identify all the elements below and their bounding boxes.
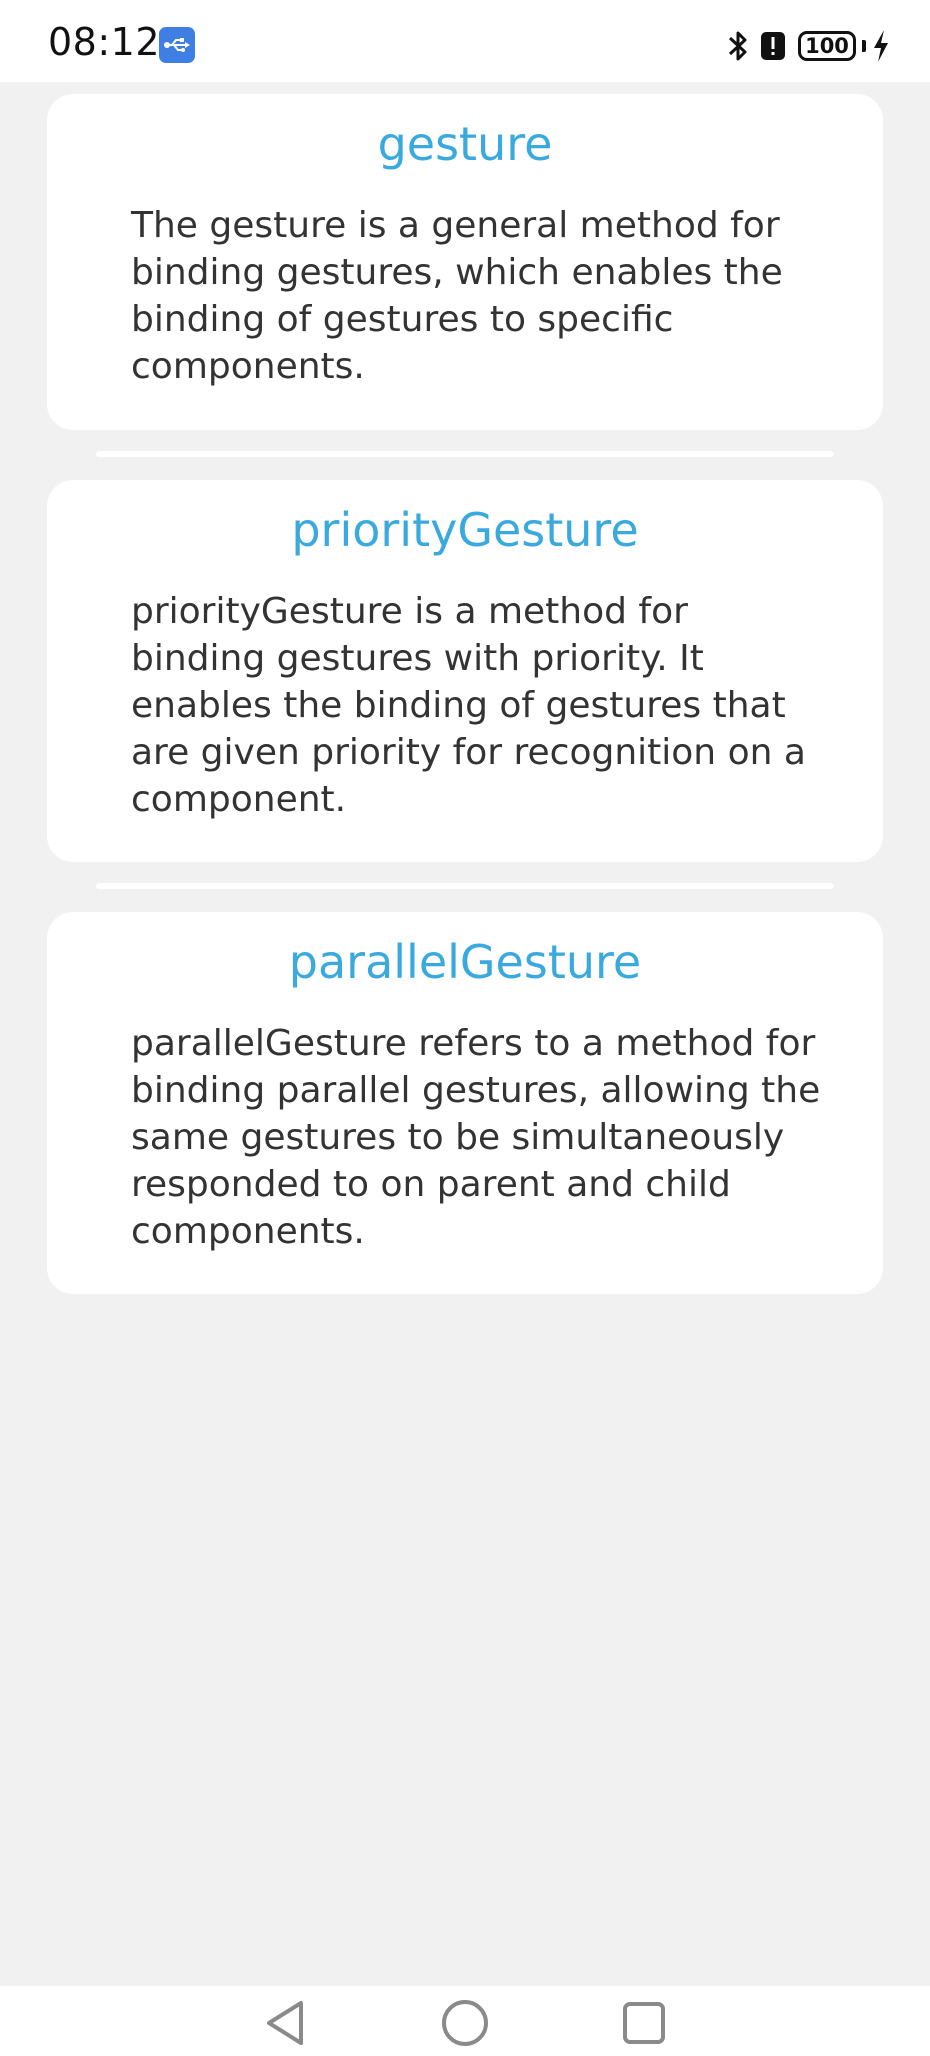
battery-icon: 100 — [798, 31, 856, 61]
divider — [96, 883, 834, 889]
alert-icon — [761, 32, 785, 60]
back-button[interactable] — [257, 1998, 313, 2048]
charging-bolt-icon — [874, 30, 888, 62]
status-icons: 100 — [726, 26, 890, 66]
card-title-priority-gesture: priorityGesture — [291, 503, 639, 557]
navigation-bar — [0, 1986, 930, 2056]
back-triangle-icon — [267, 2001, 303, 2045]
battery-tip — [862, 40, 866, 52]
card-description-parallel-gesture: parallelGesture refers to a method for b… — [131, 1023, 821, 1252]
home-button[interactable] — [437, 1998, 493, 2048]
status-time: 08:12 — [48, 20, 161, 64]
usb-icon — [159, 27, 195, 63]
priority-gesture-card: priorityGesture priorityGesture is a met… — [47, 480, 883, 862]
card-title-gesture: gesture — [377, 117, 553, 171]
recents-button[interactable] — [616, 1998, 672, 2048]
battery-level: 100 — [805, 34, 849, 58]
bluetooth-icon — [728, 31, 747, 61]
card-description-gesture: The gesture is a general method for bind… — [131, 205, 783, 387]
recents-square-icon — [623, 2002, 665, 2044]
divider — [96, 451, 834, 457]
gesture-card: gesture The gesture is a general method … — [47, 94, 883, 430]
parallel-gesture-card: parallelGesture parallelGesture refers t… — [47, 912, 883, 1294]
card-description-priority-gesture: priorityGesture is a method for binding … — [131, 591, 806, 820]
status-bar: 08:12 100 — [0, 0, 930, 82]
card-title-parallel-gesture: parallelGesture — [288, 935, 642, 989]
home-circle-icon — [442, 2000, 488, 2046]
